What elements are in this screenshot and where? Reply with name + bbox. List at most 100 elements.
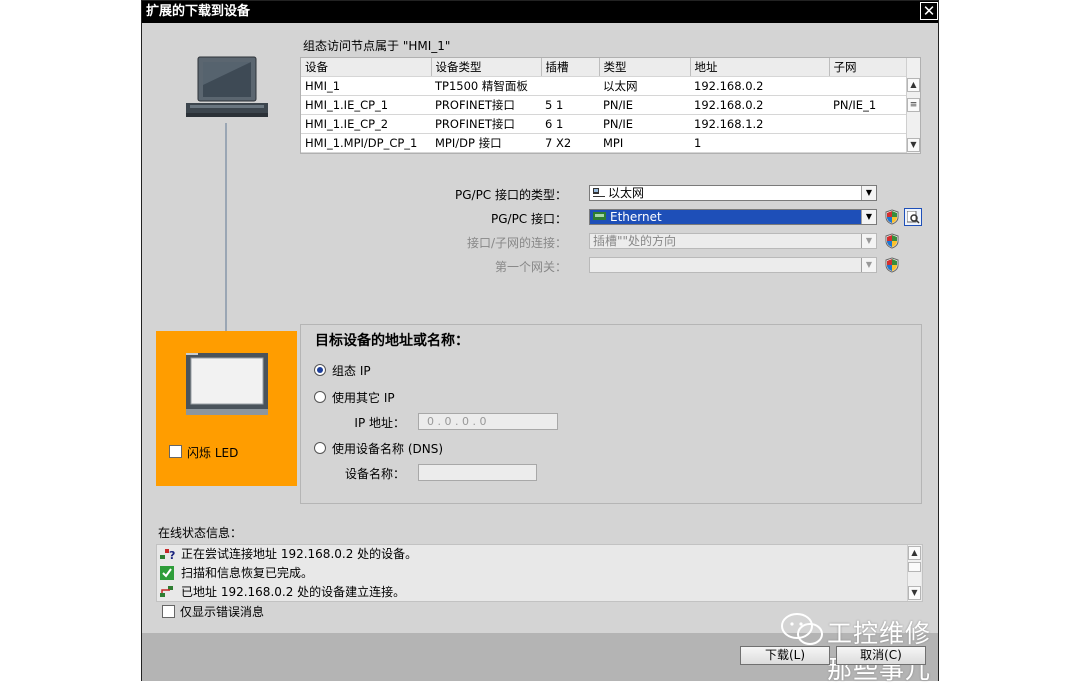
errors-only-label: 仅显示错误消息 — [180, 605, 265, 619]
network-card-icon — [593, 212, 606, 220]
subnet-connection-value: 插槽""处的方向 — [593, 234, 677, 248]
close-button[interactable]: ✕ — [920, 2, 938, 20]
status-message: 已地址 192.168.0.2 处的设备建立连接。 — [157, 583, 907, 601]
table-cell: 7 X2 — [541, 133, 599, 153]
column-header[interactable]: 类型 — [599, 58, 691, 77]
ip-address-label: IP 地址： — [354, 416, 405, 430]
device-name-label: 设备名称： — [344, 467, 405, 481]
table-cell: 1 — [690, 133, 829, 153]
properties-button[interactable] — [904, 208, 922, 226]
table-cell: PROFINET接口 — [431, 95, 541, 115]
column-header[interactable]: 插槽 — [541, 58, 600, 77]
radio-config-ip[interactable] — [314, 364, 326, 376]
errors-only-checkbox[interactable] — [162, 605, 175, 618]
chevron-down-icon[interactable]: ▼ — [861, 186, 876, 200]
shield-icon — [885, 209, 899, 225]
radio-other-ip[interactable] — [314, 391, 326, 403]
subnet-connection-select[interactable]: 插槽""处的方向 ▼ — [589, 233, 877, 249]
chevron-down-icon[interactable]: ▼ — [861, 258, 876, 272]
magnifier-icon — [907, 211, 920, 224]
target-address-group: 目标设备的地址或名称： 组态 IP 使用其它 IP IP 地址： 0 . 0 .… — [300, 324, 922, 504]
chevron-down-icon[interactable]: ▼ — [861, 234, 876, 248]
first-gateway-label: 第一个网关： — [494, 260, 567, 274]
table-scrollbar[interactable]: ▲ ≡ ▼ — [906, 58, 920, 153]
scroll-up-icon[interactable]: ▲ — [908, 546, 921, 560]
table-cell: HMI_1 — [301, 76, 431, 96]
table-cell: MPI/DP 接口 — [431, 133, 541, 153]
pgpc-interface-value: Ethernet — [610, 210, 662, 224]
target-address-heading: 目标设备的地址或名称： — [315, 333, 469, 349]
scroll-thumb-icon[interactable] — [908, 562, 921, 572]
table-row[interactable]: HMI_1.IE_CP_2 PROFINET接口 6 1 PN/IE 192.1… — [301, 114, 907, 134]
title-bar: 扩展的下载到设备 ✕ — [142, 1, 938, 23]
ethernet-icon — [593, 188, 605, 197]
chevron-down-icon[interactable]: ▼ — [861, 210, 876, 224]
status-message: ? 正在尝试连接地址 192.168.0.2 处的设备。 — [157, 545, 907, 563]
connection-line — [225, 123, 227, 359]
scroll-down-icon[interactable]: ▼ — [907, 138, 920, 152]
table-cell: PN/IE — [599, 95, 690, 115]
table-cell: HMI_1.MPI/DP_CP_1 — [301, 133, 431, 153]
table-cell: HMI_1.IE_CP_2 — [301, 114, 431, 134]
table-row[interactable]: HMI_1.MPI/DP_CP_1 MPI/DP 接口 7 X2 MPI 1 — [301, 133, 907, 153]
table-row[interactable]: HMI_1 TP1500 精智面板 以太网 192.168.0.2 — [301, 76, 907, 96]
column-header[interactable]: 设备 — [301, 58, 432, 77]
table-cell: 5 1 — [541, 95, 599, 115]
connected-icon — [160, 586, 173, 597]
table-cell — [829, 133, 907, 153]
pg-laptop-icon — [186, 56, 268, 117]
download-dialog: 扩展的下载到设备 ✕ 组态访问节点属于 "HMI_1" 设备 设备类型 插槽 类… — [141, 0, 939, 684]
devices-table-frame: 设备 设备类型 插槽 类型 地址 子网 HMI_1 TP1500 精智面板 以太… — [300, 57, 921, 154]
table-cell — [829, 114, 907, 134]
pgpc-type-label: PG/PC 接口的类型： — [454, 188, 567, 202]
table-cell: MPI — [599, 133, 690, 153]
svg-text:?: ? — [169, 549, 175, 561]
status-heading: 在线状态信息： — [158, 526, 243, 540]
pgpc-type-value: 以太网 — [608, 186, 645, 200]
target-device-panel: 闪烁 LED — [156, 331, 297, 486]
flash-led-checkbox[interactable] — [169, 445, 182, 458]
wechat-icon — [781, 613, 823, 645]
table-cell — [541, 76, 599, 96]
dialog-title: 扩展的下载到设备 — [146, 4, 251, 19]
download-button[interactable]: 下载(L) — [740, 646, 830, 665]
table-cell: HMI_1.IE_CP_1 — [301, 95, 431, 115]
radio-config-ip-label: 组态 IP — [332, 364, 371, 378]
table-cell: 6 1 — [541, 114, 599, 134]
column-header[interactable]: 设备类型 — [431, 58, 542, 77]
connecting-icon: ? — [160, 549, 175, 561]
pgpc-type-select[interactable]: 以太网 ▼ — [589, 185, 877, 201]
table-cell: 192.168.0.2 — [690, 95, 829, 115]
device-name-field[interactable] — [418, 464, 537, 481]
scroll-up-icon[interactable]: ▲ — [907, 78, 920, 92]
column-header[interactable]: 子网 — [829, 58, 908, 77]
radio-device-name[interactable] — [314, 442, 326, 454]
first-gateway-select[interactable]: ▼ — [589, 257, 877, 273]
devices-table: 设备 设备类型 插槽 类型 地址 子网 HMI_1 TP1500 精智面板 以太… — [301, 58, 908, 153]
scroll-thumb-icon[interactable]: ≡ — [907, 98, 920, 112]
pgpc-interface-select[interactable]: Ethernet ▼ — [589, 209, 877, 225]
table-header-row: 设备 设备类型 插槽 类型 地址 子网 — [301, 58, 908, 77]
table-row[interactable]: HMI_1.IE_CP_1 PROFINET接口 5 1 PN/IE 192.1… — [301, 95, 907, 115]
status-message: 扫描和信息恢复已完成。 — [157, 564, 907, 582]
shield-icon — [885, 257, 899, 273]
status-list: ? 正在尝试连接地址 192.168.0.2 处的设备。 扫描和信息恢复已完成。… — [156, 544, 923, 602]
hmi-panel-icon — [186, 353, 268, 415]
column-header[interactable]: 地址 — [690, 58, 830, 77]
table-cell: PN/IE — [599, 114, 690, 134]
ip-address-field[interactable]: 0 . 0 . 0 . 0 — [418, 413, 558, 430]
table-caption: 组态访问节点属于 "HMI_1" — [303, 39, 451, 53]
status-scrollbar[interactable]: ▲ ▼ — [907, 545, 921, 601]
table-cell: TP1500 精智面板 — [431, 76, 541, 96]
scroll-down-icon[interactable]: ▼ — [908, 586, 921, 600]
table-cell: 以太网 — [599, 76, 690, 96]
table-cell: 192.168.1.2 — [690, 114, 829, 134]
cancel-button[interactable]: 取消(C) — [836, 646, 926, 665]
radio-device-name-label: 使用设备名称 (DNS) — [332, 442, 444, 456]
pgpc-interface-label: PG/PC 接口： — [490, 212, 567, 226]
shield-icon — [885, 233, 899, 249]
table-cell: 192.168.0.2 — [690, 76, 829, 96]
checkmark-icon — [160, 566, 174, 580]
subnet-connection-label: 接口/子网的连接： — [466, 236, 567, 250]
radio-other-ip-label: 使用其它 IP — [332, 391, 395, 405]
